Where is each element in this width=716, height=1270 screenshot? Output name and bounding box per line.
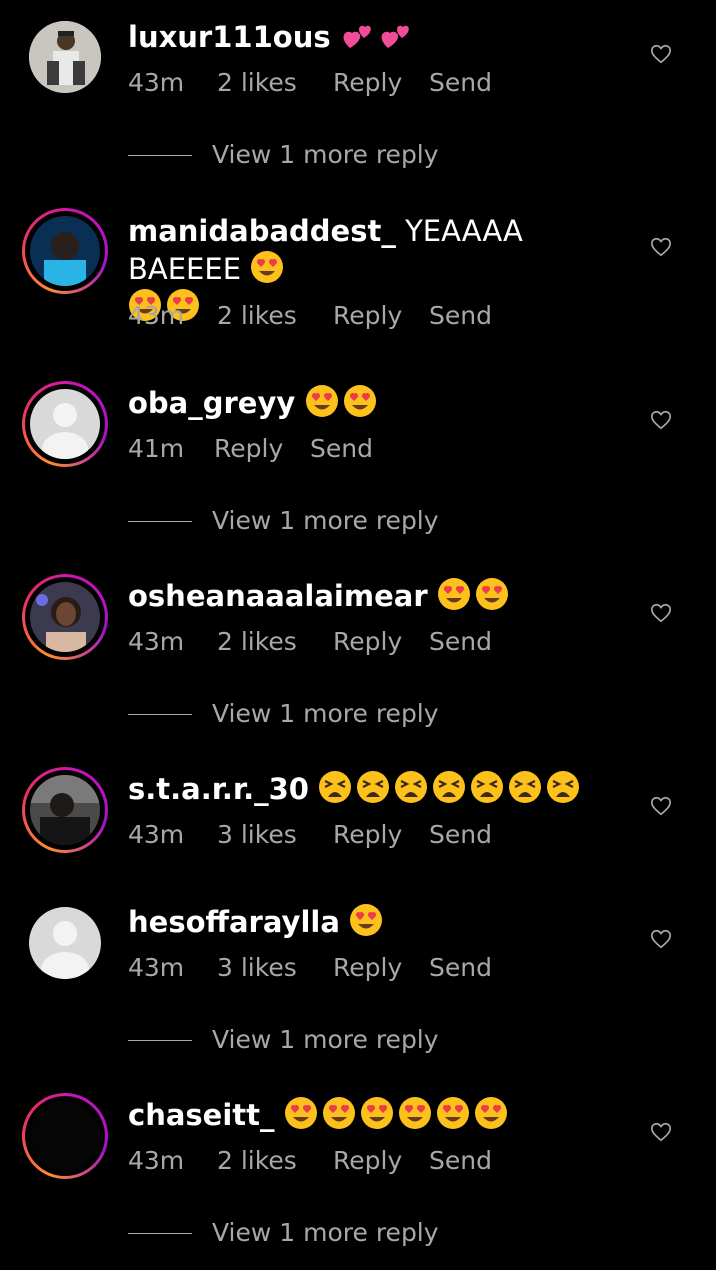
- reply-button[interactable]: Reply: [333, 1146, 402, 1176]
- divider: [128, 521, 192, 522]
- username[interactable]: luxur111ous: [128, 20, 331, 54]
- tired-face-emoji-icon: [319, 771, 352, 803]
- divider: [128, 1233, 192, 1234]
- default-avatar-icon: [29, 907, 101, 979]
- heart-outline-icon[interactable]: [650, 1121, 672, 1143]
- likes-count[interactable]: 2 likes: [217, 1146, 297, 1176]
- heart-eyes-emoji-icon: [398, 1097, 431, 1129]
- heart-eyes-emoji-icon: [436, 1097, 469, 1129]
- username[interactable]: hesoffaraylla: [128, 905, 340, 939]
- heart-eyes-emoji-icon: [474, 1097, 507, 1129]
- heart-eyes-emoji-icon: [437, 578, 470, 610]
- tired-face-emoji-icon: [433, 771, 466, 803]
- avatar[interactable]: [22, 208, 108, 294]
- reply-button[interactable]: Reply: [214, 434, 283, 464]
- comment-line: s.t.a.r.r._30: [128, 770, 628, 808]
- reply-button[interactable]: Reply: [333, 301, 402, 331]
- view-replies-label[interactable]: View 1 more reply: [212, 506, 439, 536]
- heart-eyes-emoji-icon: [251, 251, 284, 283]
- likes-count[interactable]: 2 likes: [217, 68, 297, 98]
- heart-outline-icon[interactable]: [650, 602, 672, 624]
- reply-button[interactable]: Reply: [333, 820, 402, 850]
- two-hearts-icon: [381, 25, 409, 48]
- divider: [128, 714, 192, 715]
- reply-button[interactable]: Reply: [333, 68, 402, 98]
- emoji-group: [318, 771, 584, 806]
- username[interactable]: manidabaddest_: [128, 214, 396, 248]
- divider: [128, 1040, 192, 1041]
- emoji-group: [284, 1097, 512, 1132]
- avatar[interactable]: [22, 767, 108, 853]
- username[interactable]: osheanaaalaimear: [128, 579, 428, 613]
- heart-outline-icon[interactable]: [650, 928, 672, 950]
- comment-line: osheanaaalaimear: [128, 577, 628, 615]
- send-button[interactable]: Send: [429, 1146, 492, 1176]
- avatar-photo: [30, 775, 100, 845]
- timestamp: 43m: [128, 1146, 185, 1175]
- tired-face-emoji-icon: [357, 771, 390, 803]
- tired-face-emoji-icon: [547, 771, 580, 803]
- likes-count[interactable]: 2 likes: [217, 627, 297, 657]
- likes-count[interactable]: 2 likes: [217, 301, 297, 331]
- default-avatar-icon: [30, 389, 100, 459]
- username[interactable]: s.t.a.r.r._30: [128, 772, 309, 806]
- reply-button[interactable]: Reply: [333, 627, 402, 657]
- avatar-photo: [29, 21, 101, 93]
- heart-eyes-emoji-icon: [475, 578, 508, 610]
- heart-eyes-emoji-icon: [343, 385, 376, 417]
- comment-line: chaseitt_: [128, 1096, 628, 1134]
- two-hearts-icon: [343, 25, 371, 48]
- heart-outline-icon[interactable]: [650, 43, 672, 65]
- send-button[interactable]: Send: [429, 953, 492, 983]
- likes-count[interactable]: 3 likes: [217, 953, 297, 983]
- avatar-photo: [30, 216, 100, 286]
- timestamp: 43m: [128, 68, 185, 97]
- view-replies-label[interactable]: View 1 more reply: [212, 1025, 439, 1055]
- heart-eyes-emoji-icon: [305, 385, 338, 417]
- comment-line: oba_greyy: [128, 384, 628, 422]
- heart-eyes-emoji-icon: [322, 1097, 355, 1129]
- heart-outline-icon[interactable]: [650, 795, 672, 817]
- reply-button[interactable]: Reply: [333, 953, 402, 983]
- likes-count[interactable]: 3 likes: [217, 820, 297, 850]
- heart-eyes-emoji-icon: [350, 904, 383, 936]
- view-replies-label[interactable]: View 1 more reply: [212, 140, 439, 170]
- avatar[interactable]: [22, 1093, 108, 1179]
- heart-eyes-emoji-icon: [360, 1097, 393, 1129]
- send-button[interactable]: Send: [429, 68, 492, 98]
- view-replies-label[interactable]: View 1 more reply: [212, 1218, 439, 1248]
- view-replies-label[interactable]: View 1 more reply: [212, 699, 439, 729]
- timestamp: 43m: [128, 627, 185, 656]
- avatar[interactable]: [29, 907, 101, 979]
- timestamp: 41m: [128, 434, 185, 463]
- comment-line: luxur111ous: [128, 18, 628, 56]
- timestamp: 43m: [128, 301, 185, 330]
- username[interactable]: chaseitt_: [128, 1098, 275, 1132]
- heart-outline-icon[interactable]: [650, 409, 672, 431]
- tired-face-emoji-icon: [471, 771, 504, 803]
- timestamp: 43m: [128, 953, 185, 982]
- heart-outline-icon[interactable]: [650, 236, 672, 258]
- tired-face-emoji-icon: [395, 771, 428, 803]
- avatar[interactable]: [29, 21, 101, 93]
- avatar-photo: [30, 1101, 100, 1171]
- divider: [128, 155, 192, 156]
- avatar-photo: [30, 582, 100, 652]
- username[interactable]: oba_greyy: [128, 386, 295, 420]
- send-button[interactable]: Send: [310, 434, 373, 464]
- heart-eyes-emoji-icon: [284, 1097, 317, 1129]
- emoji-group: [340, 20, 416, 54]
- comment-line: hesoffaraylla: [128, 903, 628, 941]
- send-button[interactable]: Send: [429, 820, 492, 850]
- avatar[interactable]: [22, 381, 108, 467]
- send-button[interactable]: Send: [429, 301, 492, 331]
- send-button[interactable]: Send: [429, 627, 492, 657]
- timestamp: 43m: [128, 820, 185, 849]
- avatar[interactable]: [22, 574, 108, 660]
- tired-face-emoji-icon: [509, 771, 542, 803]
